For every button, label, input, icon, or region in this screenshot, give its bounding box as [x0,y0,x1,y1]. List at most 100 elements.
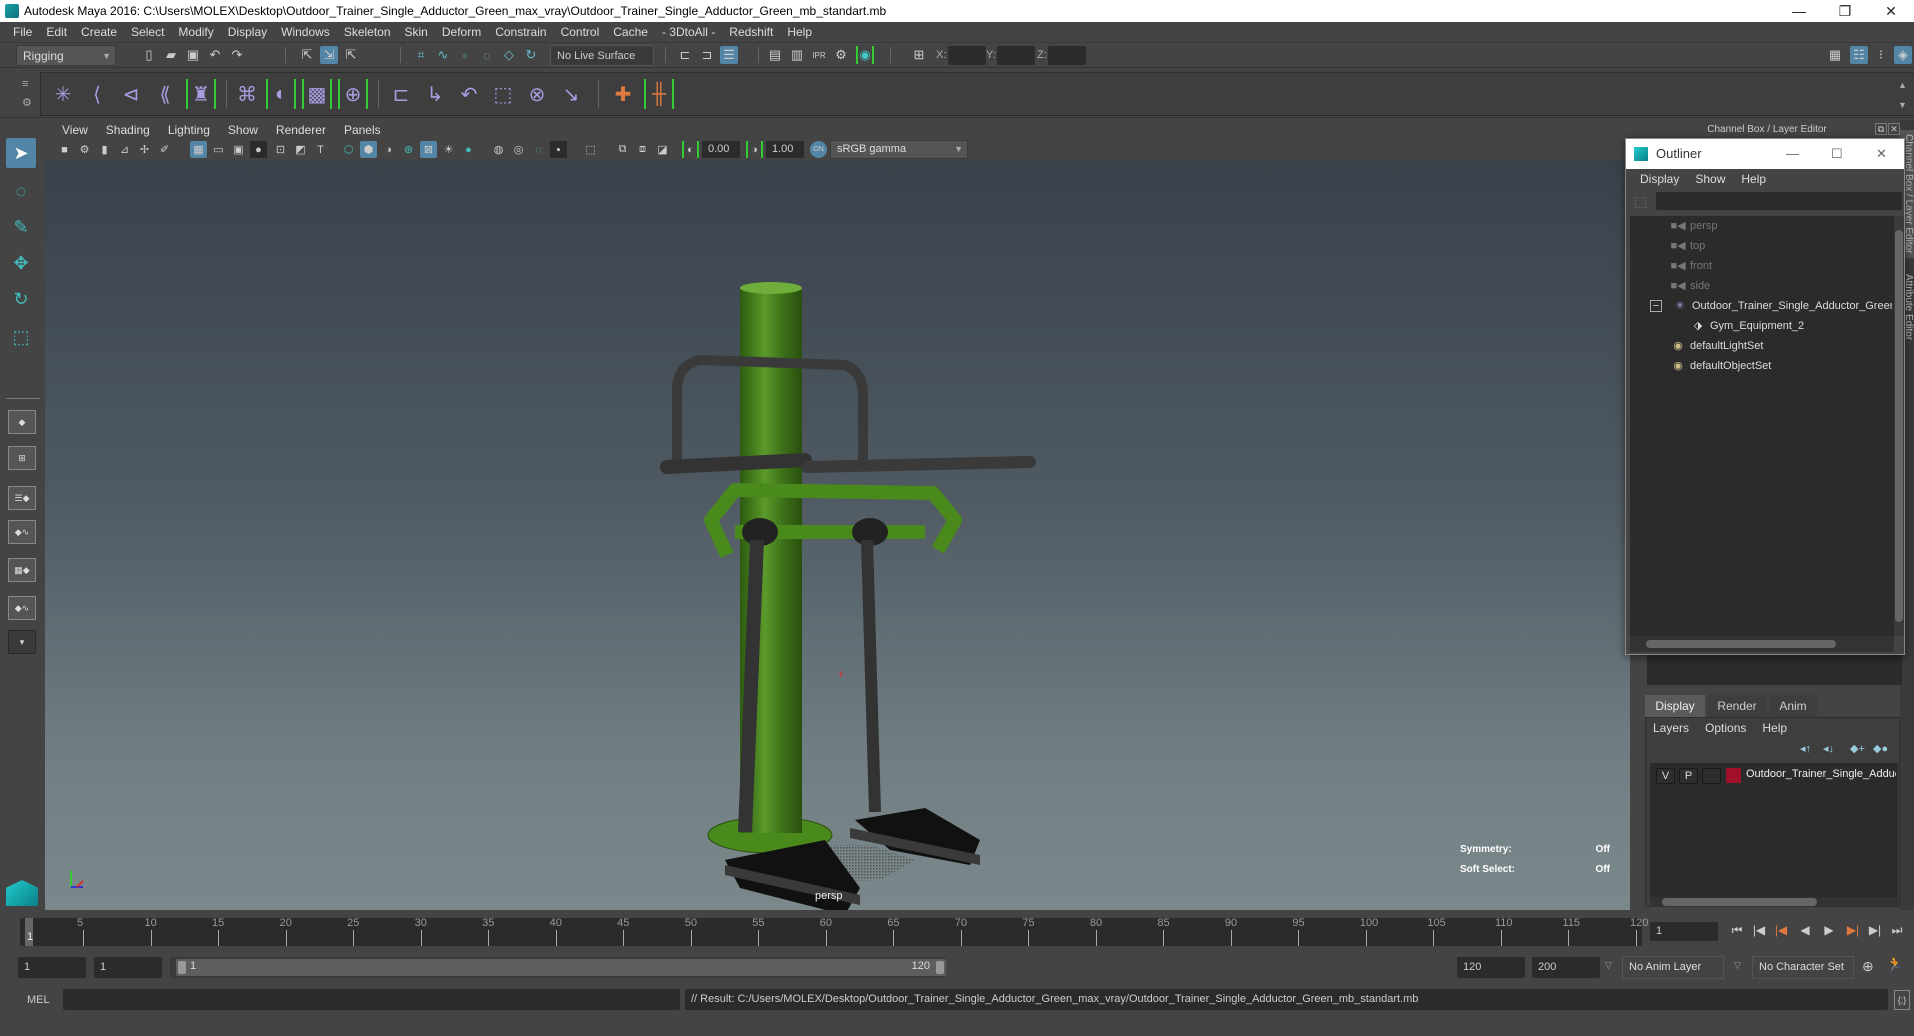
close-button[interactable]: ✕ [1868,0,1914,22]
render-sequence-icon[interactable]: ▥ [788,46,806,64]
bind-skin-icon[interactable]: ⌘ [232,79,262,109]
outliner-vscrollbar[interactable] [1894,216,1904,636]
minimize-button[interactable]: — [1776,0,1822,22]
menu-set-dropdown[interactable]: Rigging ▼ [16,45,116,66]
move-layer-up-icon[interactable]: ◂↑ [1800,742,1811,755]
outliner-maximize-button[interactable]: ☐ [1831,139,1843,169]
layout-persp-graph-hypergraph-icon[interactable]: ◆∿ [8,596,36,620]
go-to-end-icon[interactable]: ⏭ [1888,921,1906,939]
tool-settings-toggle-icon[interactable]: ⁝ [1872,46,1890,64]
outliner-title-bar[interactable]: Outliner — ☐ ✕ [1626,139,1904,169]
color-space-dropdown[interactable]: sRGB gamma ▼ [830,140,968,159]
select-hierarchy-icon[interactable]: ⇱ [298,46,316,64]
layout-hypershade-persp-icon[interactable]: ▦◆ [8,558,36,582]
tree-item-side[interactable]: ■◀ side [1630,276,1892,296]
xray-components-icon[interactable]: ◪ [654,141,671,158]
channel-box-toggle-icon[interactable]: ◈ [1894,46,1912,64]
transform-mode-icon[interactable]: ⊞ [910,46,928,64]
character-set-dropdown[interactable]: No Character Set [1752,956,1854,979]
tree-item-gym-equipment[interactable]: ⬗ Gym_Equipment_2 [1630,316,1892,336]
safe-title-icon[interactable]: T [312,141,329,158]
range-slider[interactable]: 1 120 [176,959,946,976]
exposure-field[interactable]: 0.00 [702,141,740,158]
menu-deform[interactable]: Deform [435,25,488,39]
shelf-menu-icon[interactable]: ≡ [22,78,28,90]
lasso-tool-icon[interactable]: ◌ [6,176,36,206]
layout-single-icon[interactable]: ◆ [8,410,36,434]
create-joints-icon[interactable]: ✳ [48,79,78,109]
layout-outliner-persp-icon[interactable]: ☰◆ [8,486,36,510]
field-chart-icon[interactable]: ⊡ [272,141,289,158]
select-object-icon[interactable]: ⇲ [320,46,338,64]
shelf-scroll-down-icon[interactable]: ▼ [1898,100,1907,110]
panel-menu-shading[interactable]: Shading [97,123,159,137]
resolution-gate-icon[interactable]: ▣ [230,141,247,158]
lattice-icon[interactable]: ▩ [302,79,332,109]
menu-select[interactable]: Select [124,25,171,39]
ipr-render-icon[interactable]: IPR [810,46,828,64]
render-settings-icon[interactable]: ⚙ [832,46,850,64]
paint-select-tool-icon[interactable]: ✎ [6,212,36,242]
tab-anim[interactable]: Anim [1769,695,1817,717]
locator-icon[interactable]: ✚ [608,79,638,109]
close-panel-icon[interactable]: ✕ [1888,123,1900,135]
modeling-toolkit-icon[interactable]: ▦ [1826,46,1844,64]
tree-item-outdoor-trainer[interactable]: − ✳ Outdoor_Trainer_Single_Adductor_Green [1630,296,1892,316]
snap-live-icon[interactable]: ↻ [522,46,540,64]
select-component-icon[interactable]: ⇱ [342,46,360,64]
point-constraint-icon[interactable]: ↳ [420,79,450,109]
snap-grid-icon[interactable]: ⌗ [412,46,430,64]
panel-menu-renderer[interactable]: Renderer [267,123,335,137]
panel-menu-show[interactable]: Show [219,123,267,137]
2d-pan-zoom-icon[interactable]: ✢ [136,141,153,158]
tree-item-default-light-set[interactable]: ◉ defaultLightSet [1630,336,1892,356]
command-input[interactable] [63,989,680,1010]
menu-cache[interactable]: Cache [606,25,655,39]
layer-menu-options[interactable]: Options [1697,721,1754,735]
command-language-toggle[interactable]: MEL [27,994,50,1006]
outliner-close-button[interactable]: ✕ [1876,139,1887,169]
tab-display[interactable]: Display [1645,695,1705,717]
screen-space-ao-icon[interactable]: ◍ [490,141,507,158]
locator-constraint-icon[interactable]: ╫ [644,79,674,109]
go-to-start-icon[interactable]: ⏮ [1728,921,1746,939]
layer-hscrollbar[interactable] [1650,897,1898,907]
outliner-menu-show[interactable]: Show [1687,172,1733,186]
snap-curve-icon[interactable]: ∿ [434,46,452,64]
panel-menu-view[interactable]: View [53,123,97,137]
outliner-search-field[interactable] [1656,192,1902,210]
range-end-handle[interactable] [936,961,944,974]
y-field[interactable] [997,46,1035,65]
tree-item-persp[interactable]: ■◀ persp [1630,216,1892,236]
aim-constraint-icon[interactable]: ⊗ [522,79,552,109]
undo-icon[interactable]: ↶ [206,46,224,64]
smooth-shade-icon[interactable]: ⬢ [360,141,377,158]
scroll-thumb[interactable] [1662,898,1817,906]
anti-aliasing-icon[interactable]: ◌ [530,141,547,158]
scale-tool-icon[interactable]: ⬚ [6,322,36,352]
layer-menu-help[interactable]: Help [1754,721,1795,735]
menu-help[interactable]: Help [780,25,819,39]
layer-playback-toggle[interactable]: P [1679,768,1698,784]
menu-edit[interactable]: Edit [39,25,74,39]
layout-more-button[interactable]: ▾ [8,630,36,654]
render-frame-icon[interactable]: ▤ [766,46,784,64]
move-tool-icon[interactable]: ✥ [6,248,36,278]
panel-menu-panels[interactable]: Panels [335,123,390,137]
z-field[interactable] [1048,46,1086,65]
scroll-thumb[interactable] [1646,640,1836,648]
outliner-menu-help[interactable]: Help [1733,172,1774,186]
animation-end-field[interactable]: 200 [1532,957,1600,978]
filter-select-icon[interactable]: ⬚ [1634,193,1647,210]
menu-constrain[interactable]: Constrain [488,25,553,39]
safe-action-icon[interactable]: ◩ [292,141,309,158]
mirror-joint-icon[interactable]: ⟪ [150,79,180,109]
textured-icon[interactable]: ⊠ [420,141,437,158]
tree-item-default-object-set[interactable]: ◉ defaultObjectSet [1630,356,1892,376]
gamma-field[interactable]: 1.00 [766,141,804,158]
input-ops-icon[interactable]: ⊏ [676,46,694,64]
shadows-icon[interactable]: ● [460,141,477,158]
script-editor-icon[interactable]: {;} [1894,990,1910,1010]
isolate-select-icon[interactable]: ⬚ [582,141,599,158]
output-ops-icon[interactable]: ⊐ [698,46,716,64]
